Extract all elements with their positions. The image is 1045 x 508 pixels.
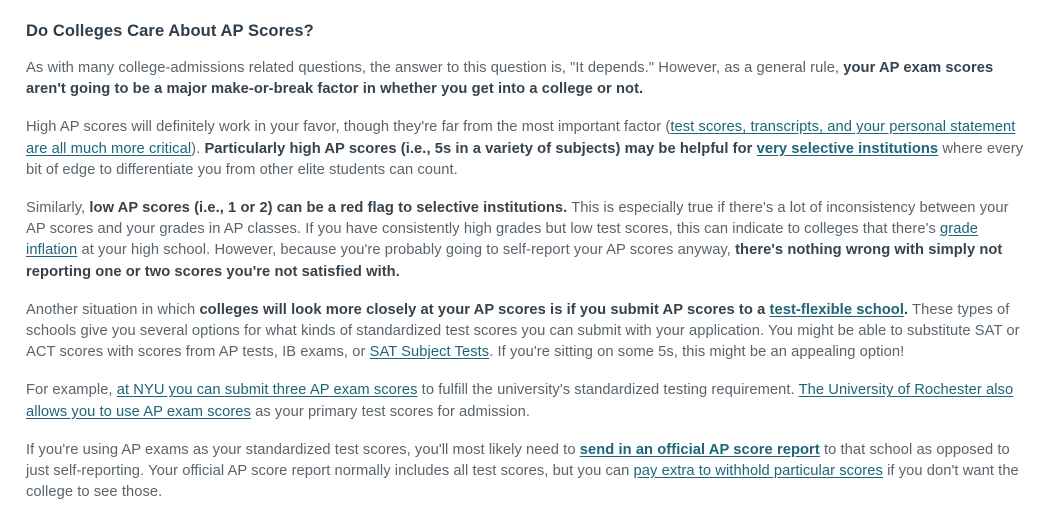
paragraph-p2: High AP scores will definitely work in y… (26, 117, 1029, 181)
inline-link-bold[interactable]: test-flexible school (770, 302, 905, 318)
emphasis-text: Particularly high AP scores (i.e., 5s in… (204, 140, 757, 157)
article-body: Do Colleges Care About AP Scores? As wit… (0, 0, 1045, 503)
body-text: as your primary test scores for admissio… (250, 403, 530, 420)
inline-link-bold[interactable]: send in an official AP score report (580, 442, 820, 458)
body-text: Another situation in which (26, 301, 200, 318)
paragraph-p4: Another situation in which colleges will… (26, 300, 1029, 364)
paragraph-p3: Similarly, low AP scores (i.e., 1 or 2) … (26, 198, 1029, 283)
paragraph-container: As with many college-admissions related … (26, 58, 1029, 503)
emphasis-text: low AP scores (i.e., 1 or 2) can be a re… (89, 200, 568, 217)
body-text: As with many college-admissions related … (26, 60, 844, 76)
body-text: . If you're sitting on some 5s, this mig… (489, 344, 905, 361)
page-title: Do Colleges Care About AP Scores? (26, 22, 314, 40)
inline-link-bold[interactable]: very selective institutions (757, 141, 939, 157)
body-text: High AP scores will definitely work in y… (26, 119, 671, 136)
inline-link[interactable]: at NYU you can submit three AP exam scor… (117, 382, 418, 398)
paragraph-p1: As with many college-admissions related … (26, 58, 1029, 100)
paragraph-p6: If you're using AP exams as your standar… (26, 440, 1029, 504)
paragraph-p5: For example, at NYU you can submit three… (26, 380, 1029, 422)
body-text: For example, (26, 382, 117, 399)
body-text: at your high school. However, because yo… (77, 242, 736, 259)
body-text: If you're using AP exams as your standar… (26, 441, 580, 458)
inline-link[interactable]: SAT Subject Tests (370, 344, 490, 360)
body-text: to fulfill the university's standardized… (417, 382, 799, 399)
body-text: ). (191, 140, 205, 157)
inline-link[interactable]: pay extra to withhold particular scores (634, 463, 883, 479)
body-text: Similarly, (26, 200, 90, 217)
emphasis-text: colleges will look more closely at your … (199, 301, 770, 318)
